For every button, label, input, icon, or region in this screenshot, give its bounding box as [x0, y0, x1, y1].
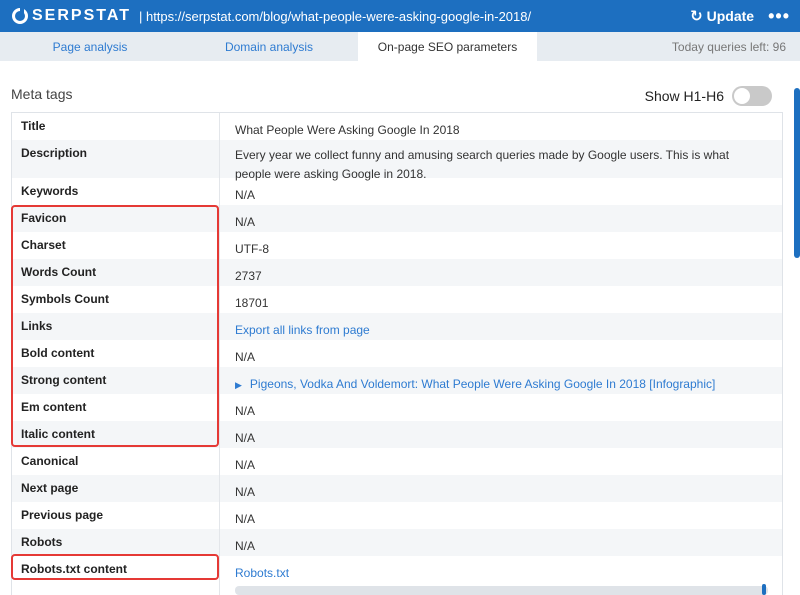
- row-value: N/A: [235, 485, 256, 499]
- app-header: SERPSTAT | https://serpstat.com/blog/wha…: [0, 0, 800, 32]
- row-value: N/A: [235, 539, 256, 553]
- strong-content-expander[interactable]: ▶ Pigeons, Vodka And Voldemort: What Peop…: [220, 367, 782, 394]
- section-title: Meta tags: [11, 86, 73, 102]
- row-value: N/A: [235, 188, 256, 202]
- robots-content-scrollbar[interactable]: [762, 584, 766, 595]
- row-value: N/A: [235, 458, 256, 472]
- show-headings-control: Show H1-H6: [645, 86, 772, 106]
- page-scrollbar[interactable]: [794, 88, 800, 258]
- row-label: Keywords: [21, 184, 79, 198]
- serpstat-logo: SERPSTAT: [12, 7, 131, 25]
- tab-page-analysis[interactable]: Page analysis: [0, 32, 180, 61]
- show-headings-toggle[interactable]: [732, 86, 772, 106]
- row-value: N/A: [235, 431, 256, 445]
- tab-domain-analysis[interactable]: Domain analysis: [180, 32, 358, 61]
- refresh-icon: ↻: [690, 7, 703, 25]
- table-row: Title What People Were Asking Google In …: [12, 113, 782, 140]
- show-headings-label: Show H1-H6: [644, 88, 724, 104]
- strong-content-text: Pigeons, Vodka And Voldemort: What Peopl…: [249, 377, 716, 391]
- update-button[interactable]: ↻ Update: [690, 8, 754, 24]
- toggle-knob: [734, 88, 750, 104]
- row-label: Previous page: [21, 508, 104, 522]
- row-label: Canonical: [21, 454, 79, 468]
- table-row: Keywords N/A: [12, 178, 782, 205]
- table-row: Robots N/A: [12, 529, 782, 556]
- tab-bar: Page analysis Domain analysis On-page SE…: [0, 32, 800, 61]
- row-value: Every year we collect funny and amusing …: [235, 148, 730, 181]
- robots-content-box: [235, 586, 768, 595]
- row-label: Next page: [21, 481, 79, 495]
- queries-left-counter: Today queries left: 96: [671, 39, 786, 54]
- more-options-icon[interactable]: •••: [768, 7, 790, 25]
- table-row: Description Every year we collect funny …: [12, 140, 782, 181]
- row-value: UTF-8: [235, 242, 269, 256]
- page-url: | https://serpstat.com/blog/what-people-…: [138, 8, 532, 24]
- row-value: N/A: [235, 215, 256, 229]
- tab-onpage-seo[interactable]: On-page SEO parameters: [358, 32, 537, 61]
- table-row: Next page N/A: [12, 475, 782, 502]
- highlight-box: [11, 205, 219, 447]
- row-value: 2737: [235, 269, 262, 283]
- row-label: Description: [21, 146, 88, 160]
- row-label: Title: [21, 119, 46, 133]
- row-value: N/A: [235, 350, 256, 364]
- row-value: What People Were Asking Google In 2018: [235, 123, 460, 137]
- logo-text: SERPSTAT: [32, 7, 131, 24]
- export-links-link[interactable]: Export all links from page: [220, 313, 782, 340]
- highlight-box: [11, 554, 219, 580]
- column-divider: [219, 113, 220, 595]
- row-value: 18701: [235, 296, 269, 310]
- expand-triangle-icon: ▶: [235, 380, 242, 390]
- robots-txt-link[interactable]: Robots.txt: [220, 556, 782, 581]
- row-label: Robots: [21, 535, 63, 549]
- update-label: Update: [706, 8, 755, 24]
- table-row: Canonical N/A: [12, 448, 782, 475]
- logo-icon: [12, 7, 28, 24]
- row-value: N/A: [235, 404, 256, 418]
- table-row: Previous page N/A: [12, 502, 782, 529]
- row-value: N/A: [235, 512, 256, 526]
